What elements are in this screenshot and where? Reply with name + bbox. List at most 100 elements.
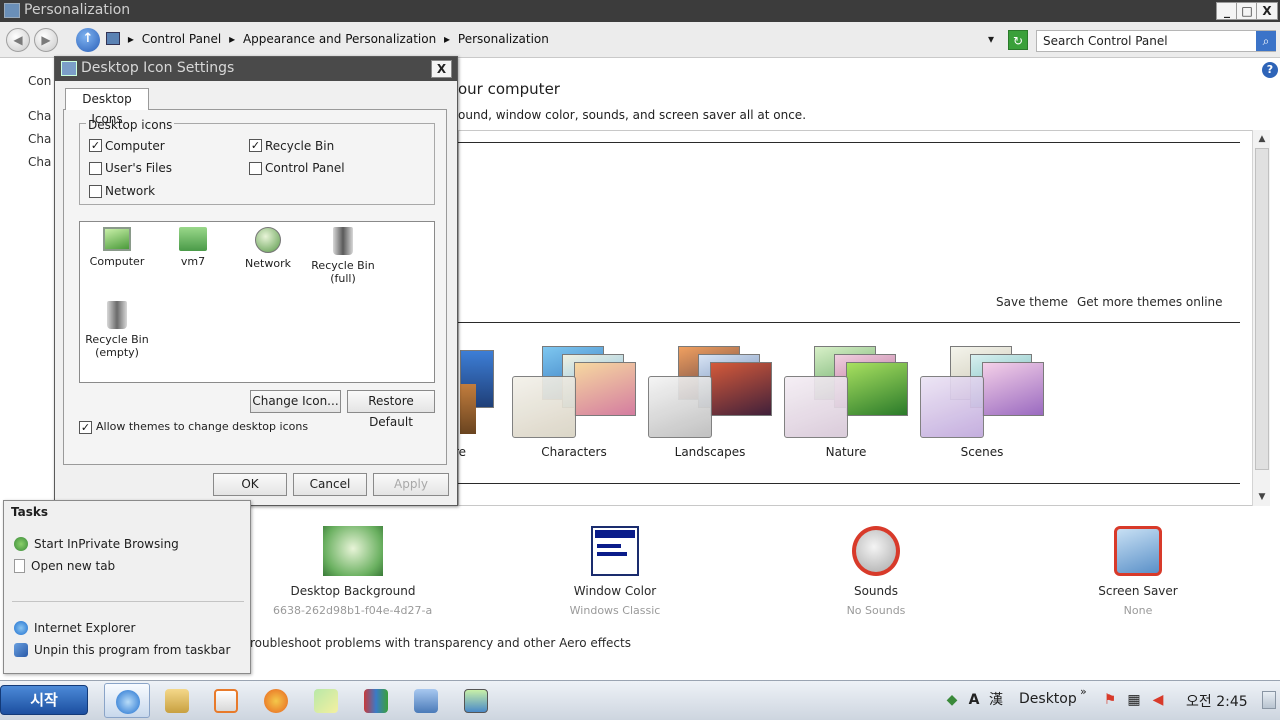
- taskbar-control-panel[interactable]: [453, 683, 499, 718]
- get-more-themes-link[interactable]: Get more themes online: [1077, 295, 1223, 309]
- ok-button[interactable]: OK: [213, 473, 287, 496]
- ie-jump-list: Tasks Start InPrivate Browsing Open new …: [3, 500, 251, 674]
- breadcrumb-appearance[interactable]: Appearance and Personalization: [243, 32, 436, 46]
- divider: [458, 142, 1240, 143]
- desktop-background-setting[interactable]: Desktop Background 6638-262d98b1-f04e-4d…: [273, 522, 433, 617]
- icon-recycle-bin-full[interactable]: Recycle Bin (full): [305, 227, 381, 285]
- theme-preview: [648, 376, 712, 438]
- action-center-icon[interactable]: ⚑: [1102, 692, 1118, 708]
- sidebar-item-3[interactable]: Cha: [28, 155, 51, 169]
- divider: [458, 322, 1240, 323]
- breadcrumb-separator[interactable]: ▸: [229, 32, 235, 46]
- sidebar-item-home[interactable]: Con: [28, 74, 51, 88]
- ie-icon: [14, 621, 28, 635]
- control-panel-icon: [464, 689, 488, 713]
- ime-mode-icon[interactable]: A: [966, 692, 982, 708]
- notes-icon: [314, 689, 338, 713]
- hanja-icon[interactable]: 漢: [988, 692, 1004, 708]
- minimize-button[interactable]: _: [1216, 2, 1238, 20]
- taskbar-firefox[interactable]: [253, 683, 299, 718]
- jumplist-inprivate[interactable]: Start InPrivate Browsing: [14, 537, 179, 551]
- breadcrumb-separator[interactable]: ▸: [128, 32, 134, 46]
- checkbox-label: Computer: [105, 139, 165, 153]
- jumplist-header: Tasks: [11, 505, 49, 519]
- window-titlebar[interactable]: Personalization _ □ X: [0, 0, 1280, 22]
- icon-label: Recycle Bin (full): [311, 259, 375, 285]
- computer-checkbox[interactable]: ✓: [89, 139, 102, 152]
- desktop-toolbar[interactable]: Desktop: [1019, 691, 1077, 707]
- clock[interactable]: 오전 2:45: [1186, 691, 1248, 711]
- theme-preview: [512, 376, 576, 438]
- save-theme-link[interactable]: Save theme: [996, 295, 1068, 309]
- taskbar-winrar[interactable]: [353, 683, 399, 718]
- jumplist-new-tab[interactable]: Open new tab: [14, 559, 115, 573]
- cancel-button[interactable]: Cancel: [293, 473, 367, 496]
- dialog-close-button[interactable]: X: [431, 60, 452, 78]
- theme-scenes[interactable]: Scenes: [920, 344, 1044, 459]
- address-dropdown-icon[interactable]: ▾: [988, 32, 994, 46]
- taskbar-sticky-notes[interactable]: [303, 683, 349, 718]
- themes-scrollbar[interactable]: ▲ ▼: [1252, 130, 1270, 506]
- help-icon[interactable]: ?: [1262, 62, 1278, 78]
- taskbar-ie[interactable]: [104, 683, 150, 718]
- network-icon: [255, 227, 281, 253]
- taskbar-explorer[interactable]: [154, 683, 200, 718]
- ie-icon: [116, 690, 140, 714]
- forward-button[interactable]: ▶: [34, 28, 58, 52]
- users-files-checkbox[interactable]: [89, 162, 102, 175]
- desktop-background-icon: [323, 526, 383, 576]
- restore-default-button[interactable]: Restore Default: [347, 390, 435, 429]
- taskbar-network[interactable]: [403, 683, 449, 718]
- control-panel-checkbox[interactable]: [249, 162, 262, 175]
- tab-desktop-icons[interactable]: Desktop Icons: [65, 88, 149, 126]
- allow-themes-checkbox[interactable]: ✓: [79, 421, 92, 434]
- inprivate-icon: [14, 537, 28, 551]
- jumplist-internet-explorer[interactable]: Internet Explorer: [14, 621, 135, 635]
- refresh-icon[interactable]: ↻: [1008, 30, 1028, 50]
- recycle-bin-checkbox[interactable]: ✓: [249, 139, 262, 152]
- volume-muted-icon[interactable]: ◀: [1150, 692, 1166, 708]
- scroll-down-icon[interactable]: ▼: [1255, 490, 1269, 504]
- scroll-up-icon[interactable]: ▲: [1255, 132, 1269, 146]
- icon-label: Computer: [89, 255, 145, 268]
- theme-nature[interactable]: Nature: [784, 344, 908, 459]
- setting-value: 6638-262d98b1-f04e-4d27-ab89-e7d7c398...: [273, 604, 433, 617]
- search-icon[interactable]: ⌕: [1256, 31, 1276, 51]
- icon-recycle-bin-empty[interactable]: Recycle Bin (empty): [79, 301, 155, 359]
- breadcrumb-control-panel[interactable]: Control Panel: [142, 32, 222, 46]
- sounds-setting[interactable]: Sounds No Sounds: [796, 522, 956, 617]
- sidebar-item-2[interactable]: Cha: [28, 132, 51, 146]
- up-button[interactable]: ↑: [76, 28, 100, 52]
- back-button[interactable]: ◀: [6, 28, 30, 52]
- icon-label: vm7: [180, 255, 206, 268]
- icon-user-files[interactable]: vm7: [155, 227, 231, 268]
- toolbar-overflow-icon[interactable]: »: [1080, 685, 1087, 698]
- search-input[interactable]: Search Control Panel: [1036, 30, 1276, 52]
- apply-button[interactable]: Apply: [373, 473, 449, 496]
- close-button[interactable]: X: [1256, 2, 1278, 20]
- show-desktop-button[interactable]: [1262, 691, 1276, 709]
- language-bar-icon[interactable]: ◆: [944, 692, 960, 708]
- network-icon: [414, 689, 438, 713]
- change-icon-button[interactable]: Change Icon...: [250, 390, 341, 413]
- network-checkbox[interactable]: [89, 185, 102, 198]
- network-tray-icon[interactable]: ▦: [1126, 692, 1142, 708]
- maximize-button[interactable]: □: [1236, 2, 1258, 20]
- icon-computer[interactable]: Computer: [79, 227, 155, 268]
- breadcrumb-personalization[interactable]: Personalization: [458, 32, 549, 46]
- icon-network[interactable]: Network: [230, 227, 306, 270]
- taskbar-media-player[interactable]: [203, 683, 249, 718]
- scroll-thumb[interactable]: [1255, 148, 1269, 470]
- theme-landscapes[interactable]: Landscapes: [648, 344, 772, 459]
- theme-characters[interactable]: Characters: [512, 344, 636, 459]
- breadcrumb-separator[interactable]: ▸: [444, 32, 450, 46]
- window-color-setting[interactable]: Window Color Windows Classic: [535, 522, 695, 617]
- sidebar-item-1[interactable]: Cha: [28, 109, 51, 123]
- start-button[interactable]: 시작: [0, 685, 88, 715]
- jumplist-unpin[interactable]: Unpin this program from taskbar: [14, 643, 230, 657]
- aero-troubleshoot-link[interactable]: roubleshoot problems with transparency a…: [250, 636, 631, 650]
- screen-saver-setting[interactable]: Screen Saver None: [1058, 522, 1218, 617]
- dialog-titlebar[interactable]: Desktop Icon Settings X: [55, 57, 457, 81]
- computer-icon: [103, 227, 131, 251]
- jumplist-item-label: Start InPrivate Browsing: [34, 537, 179, 551]
